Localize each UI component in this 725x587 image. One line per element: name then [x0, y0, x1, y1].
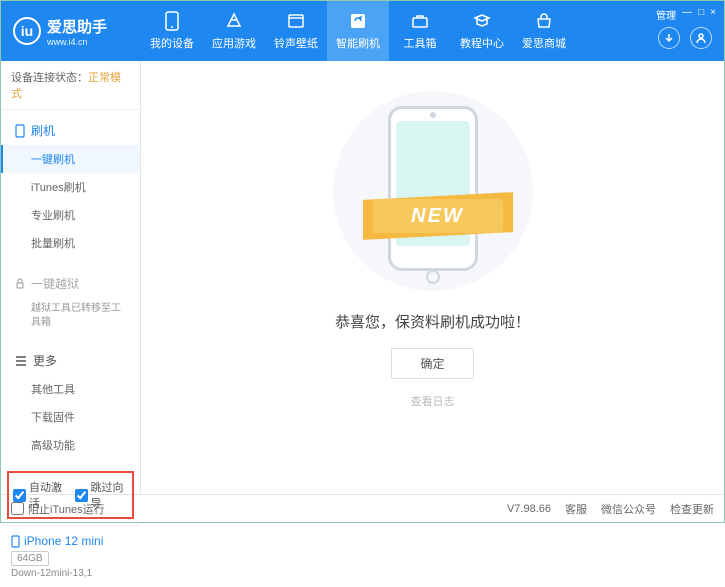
nav-toolbox[interactable]: 工具箱	[389, 1, 451, 61]
nav-apps[interactable]: 应用游戏	[203, 1, 265, 61]
app-url: www.i4.cn	[47, 37, 107, 47]
nav-label: 工具箱	[404, 35, 437, 51]
app-title: 爱思助手	[47, 16, 107, 37]
sidebar-flash-header[interactable]: 刷机	[1, 116, 140, 145]
version-label: V7.98.66	[507, 503, 551, 515]
apps-icon	[224, 11, 244, 31]
sidebar-section-label: 更多	[33, 352, 57, 369]
minimize-button[interactable]: —	[682, 7, 692, 22]
status-label: 设备连接状态：	[11, 72, 88, 84]
nav-label: 智能刷机	[336, 35, 380, 51]
new-ribbon: NEW	[373, 199, 503, 233]
view-log-link[interactable]: 查看日志	[411, 393, 455, 409]
sidebar-jailbreak-header: 一键越狱	[1, 269, 140, 298]
nav-tutorials[interactable]: 教程中心	[451, 1, 513, 61]
phone-icon	[162, 11, 182, 31]
block-itunes-checkbox[interactable]: 阻止iTunes运行	[11, 501, 105, 517]
device-name[interactable]: iPhone 12 mini	[11, 534, 130, 548]
logo-icon: iu	[13, 17, 41, 45]
device-storage: 64GB	[11, 551, 49, 566]
sidebar-section-label: 一键越狱	[31, 275, 79, 292]
phone-small-icon	[11, 535, 20, 548]
nav-flash[interactable]: 智能刷机	[327, 1, 389, 61]
nav-label: 应用游戏	[212, 35, 256, 51]
download-button[interactable]	[658, 27, 680, 49]
window-controls: 管理 — □ ×	[656, 7, 716, 22]
device-status: 设备连接状态：正常模式	[1, 61, 140, 110]
toolbox-icon	[410, 11, 430, 31]
nav-ringtones[interactable]: 铃声壁纸	[265, 1, 327, 61]
nav-my-device[interactable]: 我的设备	[141, 1, 203, 61]
ok-button[interactable]: 确定	[391, 348, 473, 379]
device-info-section: iPhone 12 mini 64GB Down-12mini-13,1	[1, 525, 140, 587]
success-message: 恭喜您，保资料刷机成功啦！	[335, 311, 530, 332]
close-button[interactable]: ×	[710, 7, 716, 22]
sidebar-item-other[interactable]: 其他工具	[1, 375, 140, 403]
check-update-link[interactable]: 检查更新	[670, 501, 714, 517]
sidebar-more-header[interactable]: 更多	[1, 346, 140, 375]
manage-button[interactable]: 管理	[656, 7, 676, 22]
sidebar-item-pro[interactable]: 专业刷机	[1, 201, 140, 229]
tutorial-icon	[472, 11, 492, 31]
nav-label: 我的设备	[150, 35, 194, 51]
sidebar-item-itunes[interactable]: iTunes刷机	[1, 173, 140, 201]
store-icon	[534, 11, 554, 31]
main-nav: 我的设备 应用游戏 铃声壁纸 智能刷机 工具箱 教程中心 爱思商城	[141, 1, 724, 61]
header-actions	[658, 27, 712, 49]
sidebar-item-advanced[interactable]: 高级功能	[1, 431, 140, 459]
maximize-button[interactable]: □	[698, 7, 704, 22]
sidebar-item-batch[interactable]: 批量刷机	[1, 229, 140, 257]
phone-illustration: NEW	[368, 101, 498, 291]
sidebar-item-firmware[interactable]: 下载固件	[1, 403, 140, 431]
flash-icon	[348, 11, 368, 31]
main-content: NEW 恭喜您，保资料刷机成功啦！ 确定 查看日志	[141, 61, 724, 494]
nav-label: 教程中心	[460, 35, 504, 51]
menu-icon	[15, 356, 27, 366]
checkbox-label: 阻止iTunes运行	[28, 501, 105, 517]
wallpaper-icon	[286, 11, 306, 31]
phone-small-icon	[15, 124, 25, 138]
nav-label: 铃声壁纸	[274, 35, 318, 51]
sidebar: 设备连接状态：正常模式 刷机 一键刷机 iTunes刷机 专业刷机 批量刷机 一…	[1, 61, 141, 494]
logo-area: iu 爱思助手 www.i4.cn	[1, 16, 141, 47]
nav-store[interactable]: 爱思商城	[513, 1, 575, 61]
jailbreak-note: 越狱工具已转移至工具箱	[1, 298, 140, 334]
device-name-label: iPhone 12 mini	[24, 534, 103, 548]
app-header: iu 爱思助手 www.i4.cn 我的设备 应用游戏 铃声壁纸 智能刷机 工具…	[1, 1, 724, 61]
device-model-info: Down-12mini-13,1	[11, 568, 130, 579]
wechat-link[interactable]: 微信公众号	[601, 501, 656, 517]
sidebar-item-oneclick[interactable]: 一键刷机	[1, 145, 140, 173]
customer-service-link[interactable]: 客服	[565, 501, 587, 517]
lock-icon	[15, 278, 25, 290]
user-button[interactable]	[690, 27, 712, 49]
nav-label: 爱思商城	[522, 35, 566, 51]
sidebar-section-label: 刷机	[31, 122, 55, 139]
